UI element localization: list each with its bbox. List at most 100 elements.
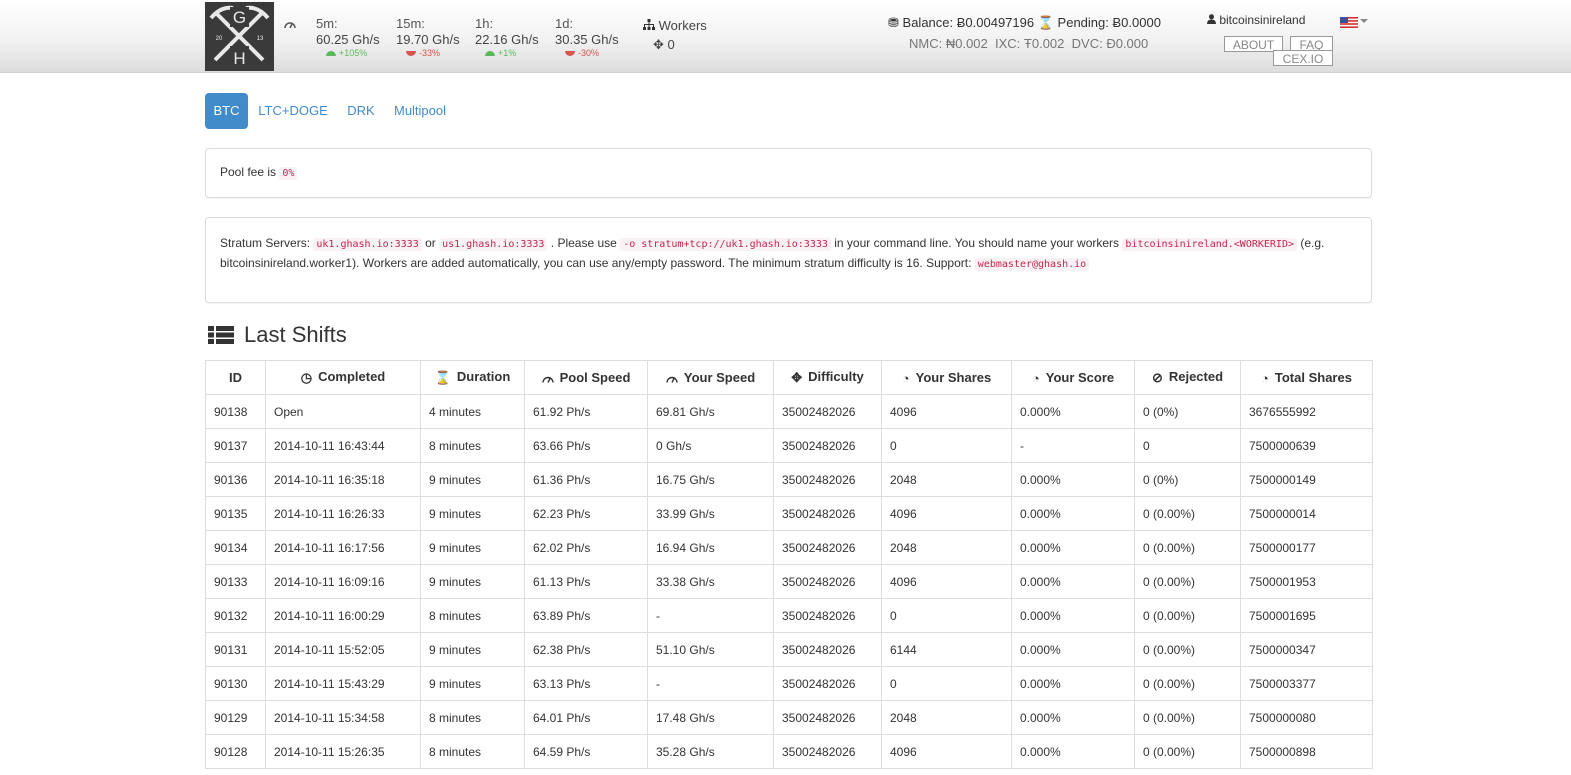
ghash-logo[interactable]: G H 20 13 (205, 2, 274, 71)
worker-name-pattern[interactable]: bitcoinsinireland.<WORKERID> (1122, 238, 1297, 251)
support-email[interactable]: webmaster@ghash.io (974, 258, 1090, 271)
pool-fee-value: 0% (279, 167, 298, 180)
hashrate-15m-value: 19.70 Gh/s (396, 32, 460, 47)
last-shifts-title: Last Shifts (208, 322, 347, 350)
cell-total-shares: 7500000014 (1240, 496, 1373, 531)
cell-your-score: 0.000% (1011, 564, 1135, 599)
hashrate-5m-label: 5m: (316, 16, 338, 31)
pie-chart-icon: ◔ (901, 370, 910, 386)
cell-difficulty: 35002482026 (773, 598, 882, 633)
shifts-table-body: 90138 Open 4 minutes 61.92 Ph/s 69.81 Gh/s 35… (205, 394, 1373, 769)
dvc-label: DVC: (1071, 36, 1103, 51)
pie-chart-icon: ◔ (1031, 370, 1040, 386)
cell-difficulty: 35002482026 (773, 666, 882, 701)
hourglass-icon: ⌛ (434, 370, 451, 385)
cell-pool-speed: 62.02 Ph/s (524, 530, 648, 565)
cell-difficulty: 35002482026 (773, 428, 882, 463)
us-flag-icon[interactable] (1340, 16, 1358, 28)
table-row: 90137 2014-10-11 16:43:44 8 minutes 63.66 P… (205, 428, 1373, 463)
hashrate-1d-change: -30% (565, 48, 619, 59)
ixc-value: Ŧ0.002 (1023, 36, 1065, 51)
tab-btc[interactable]: BTC (205, 93, 248, 129)
column-your-score[interactable]: ◔ Your Score (1011, 360, 1135, 395)
hashrate-1h: 1h: 22.16 Gh/s +1% (475, 16, 539, 59)
cell-your-shares: 4096 (881, 734, 1012, 769)
pickaxe-icon: G H 20 13 (209, 5, 270, 68)
workers-summary[interactable]: Workers ✥ 0 (643, 18, 707, 53)
hashrate-15m-change: -33% (406, 48, 460, 59)
cell-your-speed: 0 Gh/s (647, 428, 774, 463)
stratum-info-panel: Stratum Servers: uk1.ghash.io:3333 or us… (205, 217, 1372, 303)
hashrate-5m-change: +105% (326, 48, 380, 59)
sitemap-icon (643, 18, 659, 33)
cell-difficulty: 35002482026 (773, 462, 882, 497)
cell-total-shares: 3676555992 (1240, 394, 1373, 429)
language-caret-icon[interactable] (1360, 19, 1368, 23)
stratum-server-uk[interactable]: uk1.ghash.io:3333 (313, 238, 422, 251)
balance-line: ⛃ Balance: Ƀ0.00497196 ⌛ Pending: Ƀ0.000… (888, 15, 1161, 31)
cell-your-speed: 51.10 Gh/s (647, 632, 774, 667)
cell-difficulty: 35002482026 (773, 734, 882, 769)
cell-your-score: 0.000% (1011, 700, 1135, 735)
cell-total-shares: 7500000347 (1240, 632, 1373, 667)
tab-drk[interactable]: DRK (344, 93, 378, 129)
cell-rejected: 0 (0.00%) (1134, 700, 1241, 735)
tab-multipool[interactable]: Multipool (391, 93, 449, 129)
cell-your-shares: 2048 (881, 530, 1012, 565)
table-header-row: ID ◷ Completed ⌛ Duration Pool Speed Your … (205, 360, 1373, 395)
stratum-server-us[interactable]: us1.ghash.io:3333 (439, 238, 548, 251)
table-row: 90135 2014-10-11 16:26:33 9 minutes 62.23 P… (205, 496, 1373, 531)
trend-up-icon (326, 51, 336, 57)
username-label: bitcoinsinireland (1219, 13, 1306, 27)
svg-text:20: 20 (216, 36, 223, 42)
balance-value: Ƀ0.00497196 (956, 15, 1035, 30)
column-completed[interactable]: ◷ Completed (265, 360, 421, 395)
stratum-command[interactable]: -o stratum+tcp://uk1.ghash.io:3333 (620, 238, 831, 251)
cell-your-speed: 69.81 Gh/s (647, 394, 774, 429)
cell-duration: 9 minutes (420, 564, 525, 599)
cell-completed: Open (265, 394, 421, 429)
cell-pool-speed: 61.36 Ph/s (524, 462, 648, 497)
cell-your-speed: 16.75 Gh/s (647, 462, 774, 497)
cell-duration: 9 minutes (420, 632, 525, 667)
column-id[interactable]: ID (205, 360, 266, 395)
column-your-shares[interactable]: ◔ Your Shares (881, 360, 1012, 395)
hashrate-15m-label: 15m: (396, 16, 425, 31)
hashrate-5m: 5m: 60.25 Gh/s +105% (316, 16, 380, 59)
cell-id: 90134 (205, 530, 266, 565)
cell-rejected: 0 (0%) (1134, 394, 1241, 429)
cell-completed: 2014-10-11 15:26:35 (265, 734, 421, 769)
cell-rejected: 0 (0%) (1134, 462, 1241, 497)
column-total-shares[interactable]: ◔ Total Shares (1240, 360, 1373, 395)
cell-duration: 9 minutes (420, 496, 525, 531)
altcoin-balances: NMC: ₦0.002 IXC: Ŧ0.002 DVC: Ð0.000 (909, 36, 1148, 51)
table-row: 90128 2014-10-11 15:26:35 8 minutes 64.59 P… (205, 734, 1373, 769)
user-icon (1207, 13, 1219, 27)
cex-io-button[interactable]: CEX.IO (1273, 50, 1333, 66)
column-difficulty[interactable]: ✥ Difficulty (773, 360, 882, 395)
cell-completed: 2014-10-11 15:43:29 (265, 666, 421, 701)
dashboard-gauge-icon (284, 17, 296, 32)
cell-rejected: 0 (0.00%) (1134, 496, 1241, 531)
coins-icon: ⛃ (888, 15, 899, 30)
cell-duration: 9 minutes (420, 666, 525, 701)
cell-difficulty: 35002482026 (773, 700, 882, 735)
move-icon: ✥ (791, 370, 803, 385)
column-your-speed[interactable]: Your Speed (647, 360, 774, 395)
hashrate-1h-value: 22.16 Gh/s (475, 32, 539, 47)
trend-down-icon (565, 51, 575, 57)
column-duration[interactable]: ⌛ Duration (420, 360, 525, 395)
table-row: 90133 2014-10-11 16:09:16 9 minutes 61.13 P… (205, 564, 1373, 599)
cell-duration: 8 minutes (420, 428, 525, 463)
dvc-value: Ð0.000 (1106, 36, 1149, 51)
cell-your-score: 0.000% (1011, 496, 1135, 531)
column-pool-speed[interactable]: Pool Speed (524, 360, 648, 395)
tab-ltc-doge[interactable]: LTC+DOGE (256, 93, 330, 129)
hashrate-1d-value: 30.35 Gh/s (555, 32, 619, 47)
cell-total-shares: 7500001695 (1240, 598, 1373, 633)
column-rejected[interactable]: ⊘ Rejected (1134, 360, 1241, 395)
table-row: 90130 2014-10-11 15:43:29 9 minutes 63.13 P… (205, 666, 1373, 701)
stratum-label: Stratum Servers: (220, 236, 311, 250)
user-menu[interactable]: bitcoinsinireland (1207, 13, 1305, 27)
cell-id: 90135 (205, 496, 266, 531)
